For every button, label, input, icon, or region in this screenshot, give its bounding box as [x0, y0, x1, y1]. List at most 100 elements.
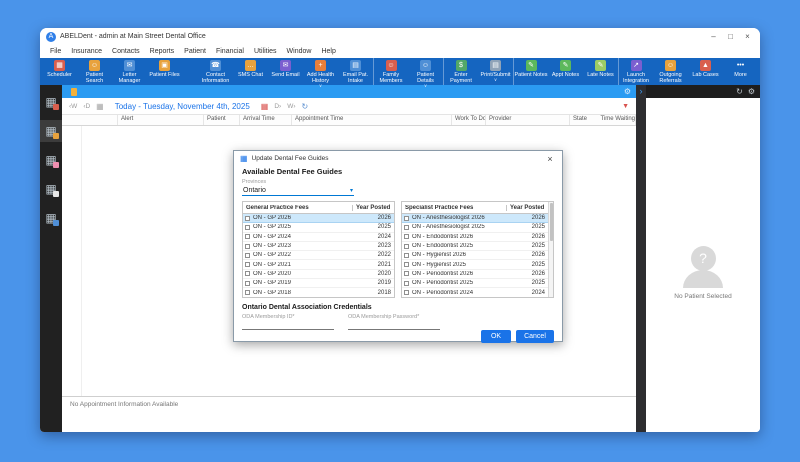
row-checkbox[interactable] [404, 234, 409, 240]
menu-item[interactable]: Window [282, 48, 317, 55]
toolbar-item[interactable]: ✎ Late Notes [583, 58, 618, 85]
row-checkbox[interactable] [404, 271, 409, 277]
fee-guide-row[interactable]: ON - Anesthesiologist 2025 2025 [402, 223, 548, 233]
column-header[interactable]: Work To Do [452, 115, 486, 125]
scrollbar[interactable] [548, 202, 553, 297]
toolbar-item[interactable]: ▤ Email Pat. Intake [338, 58, 373, 85]
menu-item[interactable]: Reports [145, 48, 180, 55]
sidebar-view-3[interactable]: ▦ [40, 149, 62, 171]
membership-id-field[interactable] [242, 320, 334, 330]
sidebar-view-2[interactable]: ▦ [40, 120, 62, 142]
column-header[interactable]: Patient [204, 115, 240, 125]
fee-guide-row[interactable]: ON - Periodontist 2025 2025 [402, 279, 548, 289]
toolbar-item[interactable]: $ Enter Payment [443, 58, 478, 85]
goto-date-calendar-icon[interactable]: ▦ [261, 102, 269, 111]
toolbar-item[interactable]: ✉ Send Email [268, 58, 303, 85]
row-checkbox[interactable] [245, 271, 250, 277]
fee-guide-row[interactable]: ON - GP 2023 2023 [243, 242, 394, 252]
panel-splitter[interactable]: › [636, 85, 646, 432]
column-header[interactable]: Year Posted [506, 204, 548, 211]
menu-item[interactable]: Utilities [249, 48, 282, 55]
menu-item[interactable]: Insurance [66, 48, 107, 55]
toolbar-item[interactable]: ☺ Family Members [373, 58, 408, 85]
refresh-icon[interactable]: ↻ [302, 102, 309, 111]
fee-guide-row[interactable]: ON - Periodontist 2024 2024 [402, 288, 548, 297]
row-checkbox[interactable] [404, 280, 409, 286]
fee-guide-row[interactable]: ON - Endodontist 2025 2025 [402, 242, 548, 252]
sidebar-view-4[interactable]: ▦ [40, 178, 62, 200]
column-header[interactable]: Arrival Time [240, 115, 292, 125]
row-checkbox[interactable] [245, 290, 250, 296]
maximize-button[interactable]: □ [722, 30, 739, 43]
row-checkbox[interactable] [404, 224, 409, 230]
refresh-icon[interactable]: ↻ [736, 87, 743, 96]
scrollbar-thumb[interactable] [549, 203, 553, 241]
membership-password-field[interactable] [348, 320, 440, 330]
row-checkbox[interactable] [245, 215, 250, 221]
row-checkbox[interactable] [245, 262, 250, 268]
previous-week-button[interactable]: ‹W [69, 103, 77, 110]
dialog-titlebar[interactable]: ▦ Update Dental Fee Guides × [234, 151, 562, 166]
menu-item[interactable]: Financial [211, 48, 249, 55]
toolbar-item[interactable]: ••• More [723, 58, 758, 85]
fee-guide-row[interactable]: ON - GP 2026 2026 [243, 214, 394, 224]
next-day-button[interactable]: D› [274, 103, 281, 110]
toolbar-item[interactable]: ▣ Patient Files [147, 58, 182, 85]
column-header[interactable]: General Practice Fees [243, 205, 352, 211]
toolbar-item[interactable]: + Add Health History ∨ [303, 58, 338, 88]
column-header[interactable]: State [570, 115, 597, 125]
fee-guide-row[interactable]: ON - Periodontist 2026 2026 [402, 270, 548, 280]
column-header[interactable]: Alert [118, 115, 204, 125]
previous-day-button[interactable]: ‹D [83, 103, 90, 110]
fee-guide-row[interactable]: ON - GP 2019 2019 [243, 279, 394, 289]
toolbar-item[interactable]: ☎ Contact Information [198, 58, 233, 85]
calendar-icon[interactable]: ▦ [96, 102, 104, 111]
row-checkbox[interactable] [245, 234, 250, 240]
next-week-button[interactable]: W› [287, 103, 295, 110]
toolbar-item[interactable]: ▦ Scheduler [42, 58, 77, 85]
province-dropdown[interactable]: Ontario ▾ [242, 185, 354, 196]
fee-guide-row[interactable]: ON - Hygienist 2025 2025 [402, 260, 548, 270]
menu-item[interactable]: Patient [179, 48, 211, 55]
fee-guide-row[interactable]: ON - GP 2025 2025 [243, 223, 394, 233]
fee-guide-row[interactable]: ON - GP 2020 2020 [243, 270, 394, 280]
toolbar-item[interactable]: ✉ Letter Manager [112, 58, 147, 85]
column-header[interactable]: Appointment Time [292, 115, 452, 125]
fee-guide-row[interactable]: ON - GP 2022 2022 [243, 251, 394, 261]
minimize-button[interactable]: – [705, 30, 722, 43]
dialog-close-icon[interactable]: × [544, 154, 556, 164]
toolbar-item[interactable]: ☺ Patient Details ∨ [408, 58, 443, 88]
column-header[interactable] [62, 115, 118, 125]
column-header[interactable]: Year Posted [352, 204, 394, 211]
row-checkbox[interactable] [404, 262, 409, 268]
fee-guide-row[interactable]: ON - Hygienist 2026 2026 [402, 251, 548, 261]
toolbar-item[interactable]: ↗ Launch Integration [618, 58, 653, 85]
sidebar-view-1[interactable]: ▦ [40, 91, 62, 113]
toolbar-item[interactable]: ☺ Outgoing Referrals [653, 58, 688, 85]
column-header[interactable]: Specialist Practice Fees [402, 205, 506, 211]
row-checkbox[interactable] [404, 252, 409, 258]
provider-flag-icon[interactable] [71, 87, 77, 96]
close-button[interactable]: × [739, 30, 756, 43]
menu-item[interactable]: Help [316, 48, 340, 55]
row-checkbox[interactable] [404, 243, 409, 249]
toolbar-item[interactable]: ▤ Print/Submit ∨ [478, 58, 513, 85]
fee-guide-row[interactable]: ON - GP 2021 2021 [243, 260, 394, 270]
row-checkbox[interactable] [245, 280, 250, 286]
toolbar-item[interactable]: ▲ Lab Cases [688, 58, 723, 85]
filter-funnel-icon[interactable]: ▼ [622, 103, 629, 110]
row-checkbox[interactable] [404, 215, 409, 221]
ok-button[interactable]: OK [481, 330, 511, 343]
menu-item[interactable]: File [45, 48, 66, 55]
sidebar-view-5[interactable]: ▦ [40, 207, 62, 229]
column-header[interactable]: Time Waiting [597, 115, 636, 125]
gear-icon[interactable]: ⚙ [748, 87, 755, 96]
fee-guide-row[interactable]: ON - GP 2024 2024 [243, 233, 394, 242]
menu-item[interactable]: Contacts [107, 48, 145, 55]
fee-guide-row[interactable]: ON - Anesthesiologist 2026 2026 [402, 214, 548, 224]
row-checkbox[interactable] [245, 252, 250, 258]
fee-guide-row[interactable]: ON - GP 2018 2018 [243, 288, 394, 297]
fee-guide-row[interactable]: ON - Endodontist 2026 2026 [402, 233, 548, 242]
row-checkbox[interactable] [245, 224, 250, 230]
row-checkbox[interactable] [404, 290, 409, 296]
